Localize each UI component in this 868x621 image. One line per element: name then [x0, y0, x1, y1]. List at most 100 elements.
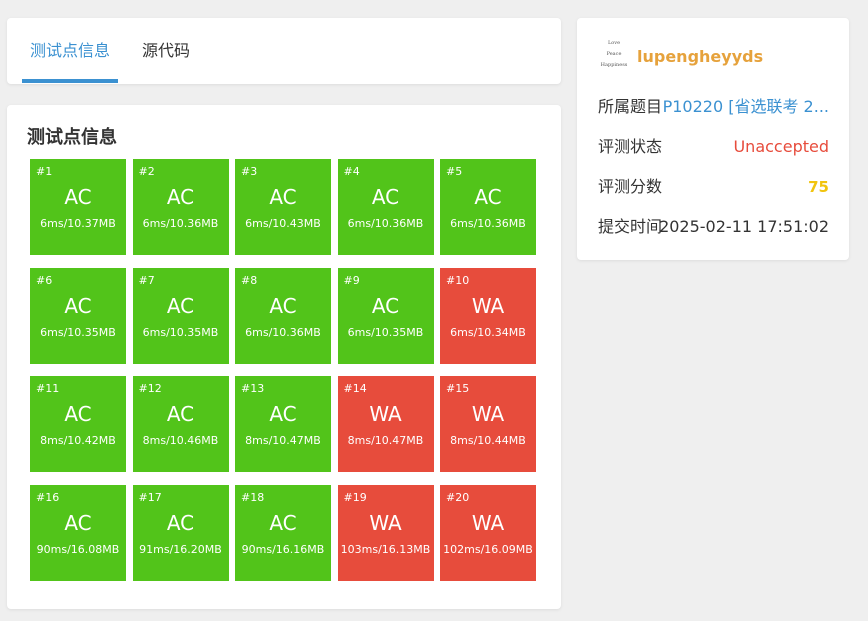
- testcase-time-memory: 6ms/10.35MB: [40, 325, 116, 339]
- testcase-id: #14: [343, 382, 367, 395]
- testcase-status: AC: [269, 510, 297, 535]
- testcase-grid: #1 AC 6ms/10.37MB #2 AC 6ms/10.36MB #3 AC 6ms/10…: [30, 159, 542, 581]
- testcase-tile[interactable]: #8 AC 6ms/10.36MB: [235, 267, 331, 364]
- problem-label: 所属题目: [598, 97, 663, 116]
- testcase-id: #8: [241, 273, 258, 287]
- testcase-time-memory: 91ms/16.20MB: [139, 542, 222, 556]
- submit-time-label: 提交时间: [598, 217, 663, 236]
- testcase-status: AC: [166, 510, 195, 535]
- testcase-status: WA: [471, 402, 505, 426]
- testcase-tile[interactable]: #14 WA 8ms/10.47MB: [337, 376, 434, 472]
- testcase-id: #13: [241, 382, 265, 395]
- section-title: 测试点信息: [27, 127, 117, 148]
- testcase-status: AC: [64, 293, 92, 318]
- testcase-id: #6: [36, 273, 53, 287]
- active-tab-indicator: [22, 79, 118, 83]
- problem-row: 所属题目 P10220 [省选联考 2...: [598, 96, 829, 118]
- submit-time-value: 2025-02-11 17:51:02: [659, 217, 829, 236]
- testcase-status: AC: [371, 293, 400, 318]
- testcase-time-memory: 102ms/16.09MB: [443, 542, 533, 556]
- testcase-id: #10: [446, 273, 470, 287]
- testcase-time-memory: 6ms/10.35MB: [142, 325, 219, 339]
- testcase-id: #7: [138, 273, 155, 287]
- testcase-status: AC: [166, 293, 195, 318]
- testcase-time-memory: 6ms/10.43MB: [245, 217, 321, 230]
- testcase-id: #12: [138, 382, 162, 395]
- submit-time-row: 提交时间 2025-02-11 17:51:02: [598, 216, 829, 238]
- testcase-tile[interactable]: #6 AC 6ms/10.35MB: [30, 267, 126, 364]
- testcase-status: AC: [166, 185, 195, 209]
- avatar-text-line: Happiness: [600, 62, 628, 68]
- score-row: 评测分数 75: [598, 176, 829, 198]
- testcase-tile[interactable]: #13 AC 8ms/10.47MB: [235, 376, 331, 472]
- testcase-time-memory: 8ms/10.47MB: [245, 434, 321, 447]
- testcase-time-memory: 6ms/10.36MB: [142, 217, 219, 230]
- score-label: 评测分数: [598, 177, 663, 196]
- testcase-status: AC: [166, 402, 195, 426]
- testcase-status: WA: [471, 510, 505, 535]
- testcase-status: AC: [269, 402, 297, 426]
- testcase-status: AC: [64, 185, 92, 209]
- testcase-id: #9: [343, 273, 360, 287]
- testcase-status: WA: [369, 402, 402, 426]
- testcase-tile[interactable]: #5 AC 6ms/10.36MB: [440, 159, 536, 255]
- testcase-tile[interactable]: #15 WA 8ms/10.44MB: [440, 376, 536, 472]
- testcase-time-memory: 6ms/10.34MB: [450, 325, 526, 339]
- testcase-time-memory: 8ms/10.47MB: [347, 434, 424, 447]
- tab-bar: 测试点信息 源代码: [7, 18, 561, 84]
- avatar[interactable]: Love Peace Happiness: [598, 38, 630, 76]
- tab-testcase-info[interactable]: 测试点信息: [30, 18, 110, 84]
- testcase-tile[interactable]: #17 AC 91ms/16.20MB: [132, 484, 229, 581]
- testcase-id: #16: [36, 490, 60, 504]
- testcase-id: #2: [138, 165, 155, 178]
- status-label: 评测状态: [598, 137, 663, 156]
- testcase-time-memory: 6ms/10.35MB: [347, 325, 424, 339]
- score-value: 75: [808, 178, 829, 196]
- testcase-status: AC: [474, 185, 502, 209]
- testcase-id: #1: [36, 165, 53, 178]
- testcase-status: WA: [471, 293, 505, 318]
- testcase-time-memory: 90ms/16.16MB: [241, 542, 325, 556]
- testcase-time-memory: 6ms/10.37MB: [40, 217, 116, 230]
- testcase-id: #19: [343, 490, 367, 504]
- testcase-status: AC: [371, 185, 400, 209]
- testcase-tile[interactable]: #10 WA 6ms/10.34MB: [440, 267, 536, 364]
- tab-source-code[interactable]: 源代码: [142, 18, 190, 84]
- testcase-id: #20: [446, 490, 470, 504]
- testcase-tile[interactable]: #19 WA 103ms/16.13MB: [337, 484, 434, 581]
- testcase-time-memory: 103ms/16.13MB: [340, 542, 431, 556]
- testcase-time-memory: 6ms/10.36MB: [450, 217, 526, 230]
- testcase-id: #11: [36, 382, 60, 395]
- testcase-tile[interactable]: #7 AC 6ms/10.35MB: [132, 267, 229, 364]
- testcase-status: AC: [269, 293, 297, 318]
- testcase-time-memory: 90ms/16.08MB: [36, 542, 120, 556]
- testcase-tile[interactable]: #16 AC 90ms/16.08MB: [30, 484, 126, 581]
- testcase-id: #3: [241, 165, 258, 178]
- testcase-tile[interactable]: #2 AC 6ms/10.36MB: [132, 159, 229, 255]
- testcase-id: #17: [138, 490, 162, 504]
- testcase-status: WA: [369, 510, 402, 535]
- testcase-time-memory: 8ms/10.42MB: [40, 434, 116, 447]
- testcase-tile[interactable]: #18 AC 90ms/16.16MB: [235, 484, 331, 581]
- testcase-time-memory: 6ms/10.36MB: [347, 217, 424, 230]
- testcase-tile[interactable]: #1 AC 6ms/10.37MB: [30, 159, 126, 255]
- testcase-tile[interactable]: #9 AC 6ms/10.35MB: [337, 267, 434, 364]
- avatar-text-line: Love: [607, 40, 621, 46]
- testcase-tile[interactable]: #3 AC 6ms/10.43MB: [235, 159, 331, 255]
- submission-info-panel: Love Peace Happiness lupengheyyds 所属题目 P…: [577, 18, 849, 260]
- testcase-time-memory: 6ms/10.36MB: [245, 325, 321, 339]
- testcase-id: #5: [446, 165, 463, 178]
- testcase-id: #18: [241, 490, 265, 504]
- status-row: 评测状态 Unaccepted: [598, 136, 829, 158]
- testcase-tile[interactable]: #4 AC 6ms/10.36MB: [337, 159, 434, 255]
- problem-link[interactable]: P10220 [省选联考 2...: [663, 96, 829, 118]
- testcase-tile[interactable]: #11 AC 8ms/10.42MB: [30, 376, 126, 472]
- testcase-time-memory: 8ms/10.44MB: [450, 434, 526, 447]
- avatar-text-line: Peace: [606, 51, 622, 57]
- testcase-panel: 测试点信息 #1 AC 6ms/10.37MB #2 AC 6ms/10.36MB #3 AC…: [7, 105, 561, 609]
- username-link[interactable]: lupengheyyds: [637, 47, 763, 66]
- testcase-status: AC: [64, 402, 92, 426]
- testcase-tile[interactable]: #12 AC 8ms/10.46MB: [132, 376, 229, 472]
- status-value: Unaccepted: [733, 137, 829, 156]
- testcase-tile[interactable]: #20 WA 102ms/16.09MB: [440, 484, 536, 581]
